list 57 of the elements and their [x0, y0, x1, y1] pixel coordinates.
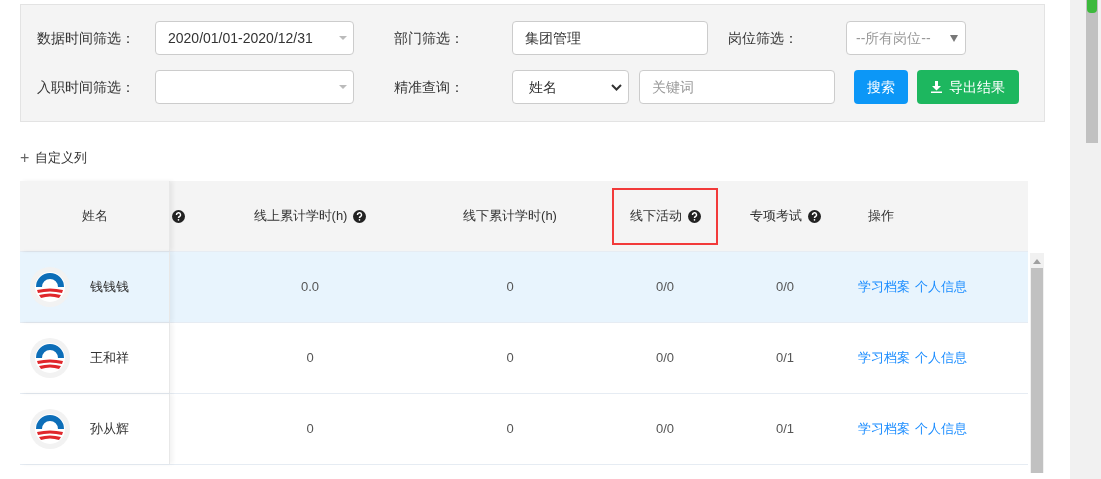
action-link[interactable]: 学习档案 [858, 419, 910, 439]
download-icon [931, 81, 942, 93]
page-scrollbar[interactable] [1070, 0, 1101, 479]
table-cell-text: 钱钱钱 [90, 278, 129, 297]
table-cell-text: 0/0 [655, 349, 675, 368]
table-cell-text: 0.0 [300, 278, 320, 297]
table-cell-text: 0 [506, 349, 514, 368]
table-cell-text: 0/0 [655, 420, 675, 439]
action-link[interactable]: 个人信息 [915, 277, 967, 297]
caret-icon [339, 85, 347, 89]
position-select[interactable]: --所有岗位-- [846, 21, 966, 55]
export-button[interactable]: 导出结果 [917, 70, 1019, 104]
action-link[interactable]: 个人信息 [915, 419, 967, 439]
table-cell-text: 0/1 [775, 349, 795, 368]
table-cell-text: 0 [306, 349, 314, 368]
table-cell-text: 0 [306, 420, 314, 439]
table-row[interactable]: 孙从辉 0 0 0/0 0/1 学习档案 个人信息 [20, 394, 1028, 465]
action-link[interactable]: 个人信息 [915, 348, 967, 368]
column-header: 操作 [868, 207, 894, 226]
column-header: 线下活动 [629, 207, 682, 226]
action-link[interactable]: 学习档案 [858, 277, 910, 297]
filter-label: 部门筛选： [394, 28, 465, 48]
department-field[interactable]: 集团管理 [512, 21, 708, 55]
table-row[interactable]: 王和祥 0 0 0/0 0/1 学习档案 个人信息 [20, 323, 1028, 394]
add-column-link[interactable]: + 自定义列 [20, 147, 88, 169]
chevron-down-icon [611, 83, 622, 91]
avatar-icon [30, 267, 70, 307]
caret-icon [950, 34, 958, 42]
filter-label: 精准查询： [394, 77, 465, 97]
table-scrollbar[interactable] [1030, 253, 1044, 473]
filter-label: 数据时间筛选： [37, 28, 136, 48]
table-cell-text: 0 [506, 420, 514, 439]
column-header: 姓名 [81, 207, 108, 226]
date-range-dropdown[interactable] [155, 70, 354, 104]
avatar-icon [30, 338, 70, 378]
table-cell-text: 0/0 [655, 278, 675, 297]
action-link[interactable]: 学习档案 [858, 348, 910, 368]
date-range-dropdown[interactable]: 2020/01/01-2020/12/31 [155, 21, 354, 55]
filter-label: 岗位筛选： [728, 28, 799, 48]
scrollbar-thumb[interactable] [1031, 268, 1043, 473]
table-cell-text: 0/0 [775, 278, 795, 297]
keyword-field[interactable]: 关键词 [639, 70, 835, 104]
table-cell-text: 孙从辉 [90, 420, 129, 439]
filter-label: 入职时间筛选： [37, 77, 136, 97]
table-cell-text: 王和祥 [90, 349, 129, 368]
scroll-up-icon [1033, 259, 1041, 264]
table-row[interactable]: 钱钱钱 0.0 0 0/0 0/0 学习档案 个人信息 [20, 252, 1028, 323]
column-header: 专项考试 [749, 207, 802, 226]
avatar-icon [30, 409, 70, 449]
scrollbar-thumb[interactable] [1086, 0, 1098, 143]
column-header: 线上累计学时(h) [253, 207, 348, 226]
search-type-select[interactable]: 姓名 [512, 70, 629, 104]
table-cell-text: 0 [506, 278, 514, 297]
caret-icon [339, 36, 347, 40]
table-cell-text: 0/1 [775, 420, 795, 439]
search-button[interactable]: 搜索 [854, 70, 908, 104]
column-header: 线下累计学时(h) [463, 207, 557, 226]
